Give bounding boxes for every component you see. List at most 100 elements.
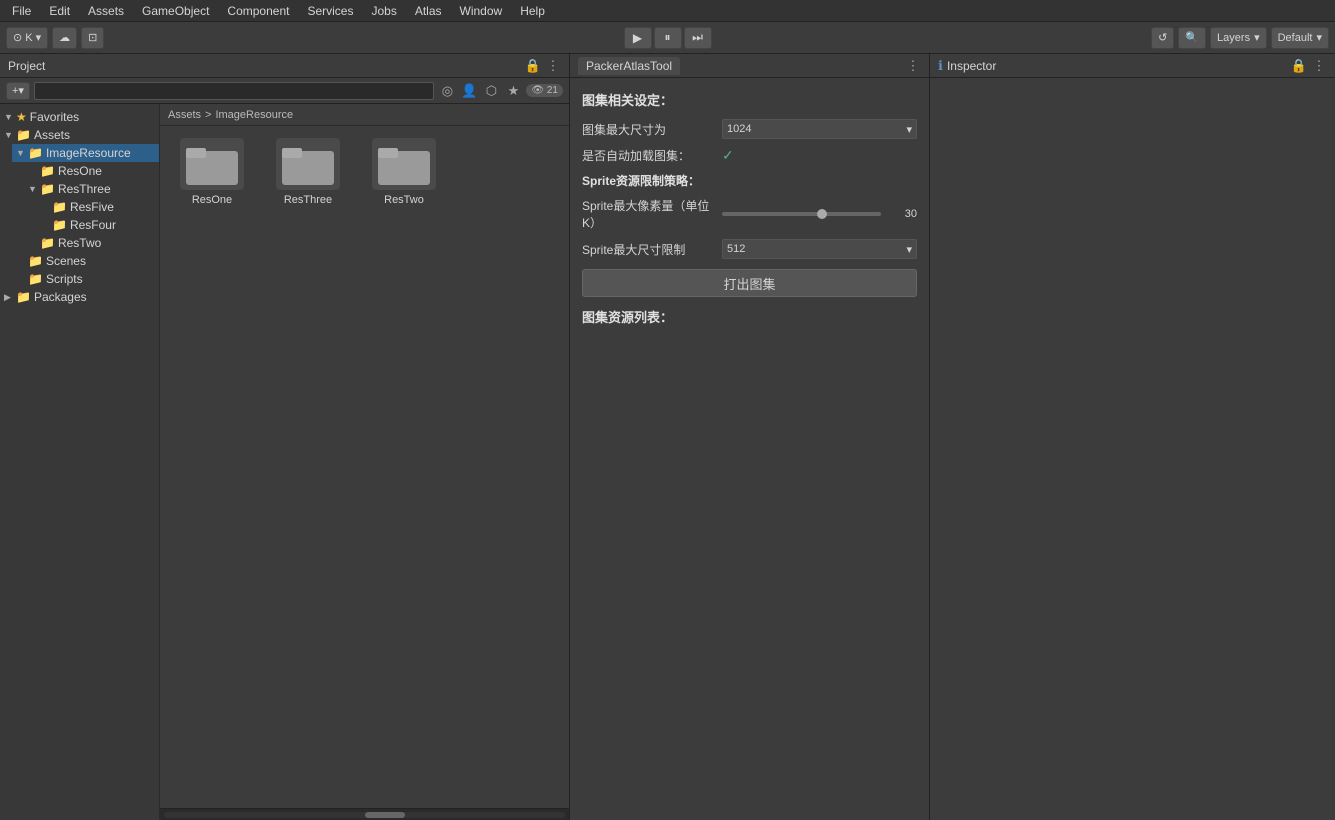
- tree-item-restwo[interactable]: 📁 ResTwo: [24, 234, 159, 252]
- value-maxpixel: 30: [887, 208, 917, 220]
- folder-icon-scripts: 📁: [28, 272, 43, 286]
- layers-dropdown[interactable]: Layers ▾: [1210, 27, 1267, 49]
- file-grid: ResOne ResThree: [160, 126, 569, 808]
- tree-item-resfive[interactable]: 📁 ResFive: [36, 198, 159, 216]
- label-sprite-strategy: Sprite资源限制策略：: [582, 172, 917, 189]
- packer-tab-label[interactable]: PackerAtlasTool: [578, 57, 680, 75]
- layers-label: Layers: [1217, 32, 1250, 44]
- tree-item-scenes[interactable]: 📁 Scenes: [12, 252, 159, 270]
- slider-maxpixel[interactable]: [722, 212, 881, 216]
- form-row-maxdim: Sprite最大尺寸限制 512 ▾: [582, 239, 917, 259]
- folder-icon-scenes: 📁: [28, 254, 43, 268]
- tree-item-assets[interactable]: ▼ 📁 Assets: [0, 126, 159, 144]
- file-name-resone: ResOne: [192, 194, 232, 206]
- star-filter-icon[interactable]: ★: [504, 82, 522, 100]
- menu-edit[interactable]: Edit: [41, 2, 78, 20]
- label-assets: Assets: [34, 128, 70, 142]
- filter-icon[interactable]: ◎: [438, 82, 456, 100]
- inspector-tab-label: Inspector: [947, 59, 996, 73]
- breadcrumb-imageresource[interactable]: ImageResource: [215, 109, 293, 121]
- pause-button[interactable]: ⏸: [654, 27, 682, 49]
- collab-button[interactable]: ⊡: [81, 27, 104, 49]
- tree-item-packages[interactable]: ▶ 📁 Packages: [0, 288, 159, 306]
- cloud-button[interactable]: ☁: [52, 27, 77, 49]
- tree-item-resfour[interactable]: 📁 ResFour: [36, 216, 159, 234]
- menu-jobs[interactable]: Jobs: [363, 2, 404, 20]
- default-chevron-icon: ▾: [1316, 31, 1322, 44]
- menu-services[interactable]: Services: [299, 2, 361, 20]
- export-button[interactable]: 打出图集: [582, 269, 917, 297]
- collab-icon: ⊡: [88, 31, 97, 44]
- menu-assets[interactable]: Assets: [80, 2, 132, 20]
- add-button[interactable]: +▾: [6, 82, 30, 100]
- form-row-maxsize: 图集最大尺寸为 1024 ▾: [582, 119, 917, 139]
- inspector-content: [930, 78, 1335, 820]
- folder-icon-resone: 📁: [40, 164, 55, 178]
- folder-thumb-resthree: [276, 138, 340, 190]
- packer-section3-title: 图集资源列表：: [582, 307, 917, 326]
- project-tab-label: Project: [8, 59, 45, 73]
- step-button[interactable]: ⏭: [684, 27, 712, 49]
- play-button[interactable]: ▶: [624, 27, 652, 49]
- tree-item-resone[interactable]: 📁 ResOne: [24, 162, 159, 180]
- arrow-favorites: ▼: [4, 112, 16, 122]
- person-icon[interactable]: 👤: [460, 82, 478, 100]
- lock-icon[interactable]: 🔒: [525, 58, 541, 74]
- folder-icon-packages: 📁: [16, 290, 31, 304]
- search-input[interactable]: [34, 82, 434, 100]
- menu-file[interactable]: File: [4, 2, 39, 20]
- default-dropdown[interactable]: Default ▾: [1271, 27, 1329, 49]
- search-button[interactable]: 🔍: [1178, 27, 1206, 49]
- label-resfive: ResFive: [70, 200, 114, 214]
- form-row-maxpixel: Sprite最大像素量（单位K） 30: [582, 197, 917, 231]
- inspector-lock-icon[interactable]: 🔒: [1291, 58, 1307, 74]
- inspector-panel: ℹ Inspector 🔒 ⋮: [930, 54, 1335, 820]
- check-autoload[interactable]: ✓: [722, 147, 734, 164]
- file-item-resthree[interactable]: ResThree: [268, 138, 348, 206]
- breadcrumb-sep1: >: [205, 109, 211, 121]
- select-maxdim-arrow: ▾: [906, 243, 912, 256]
- tree-item-imageresource[interactable]: ▼ 📁 ImageResource: [12, 144, 159, 162]
- add-label: +▾: [12, 84, 24, 97]
- folder-icon-resthree: 📁: [40, 182, 55, 196]
- tag-icon[interactable]: ⬡: [482, 82, 500, 100]
- project-tab: Project 🔒 ⋮: [0, 54, 569, 78]
- packer-tab-bar: PackerAtlasTool ⋮: [570, 54, 929, 78]
- toolbar: ⊙ K ▾ ☁ ⊡ ▶ ⏸ ⏭ ↺ 🔍 Layers ▾ Default ▾: [0, 22, 1335, 54]
- packer-more-icon[interactable]: ⋮: [905, 58, 921, 74]
- account-button[interactable]: ⊙ K ▾: [6, 27, 48, 49]
- file-count-badge: 👁 21: [526, 84, 563, 97]
- label-favorites: Favorites: [30, 110, 79, 124]
- select-maxsize[interactable]: 1024 ▾: [722, 119, 917, 139]
- slider-thumb-maxpixel[interactable]: [817, 209, 827, 219]
- inspector-tab-bar: ℹ Inspector 🔒 ⋮: [930, 54, 1335, 78]
- tree-item-scripts[interactable]: 📁 Scripts: [12, 270, 159, 288]
- eye-icon: 👁: [531, 85, 544, 96]
- label-resthree: ResThree: [58, 182, 111, 196]
- menu-gameobject[interactable]: GameObject: [134, 2, 217, 20]
- menu-window[interactable]: Window: [452, 2, 511, 20]
- menu-help[interactable]: Help: [512, 2, 553, 20]
- scroll-track[interactable]: [164, 812, 565, 818]
- tree-item-favorites[interactable]: ▼ ★ Favorites: [0, 108, 159, 126]
- inspector-more-icon[interactable]: ⋮: [1311, 58, 1327, 74]
- label-imageresource: ImageResource: [46, 146, 131, 160]
- project-panel: Project 🔒 ⋮ +▾ ◎ 👤 ⬡ ★ 👁 21: [0, 54, 570, 820]
- select-maxdim[interactable]: 512 ▾: [722, 239, 917, 259]
- slider-container-maxpixel: 30: [722, 208, 917, 220]
- form-row-autoload: 是否自动加载图集： ✓: [582, 147, 917, 164]
- history-button[interactable]: ↺: [1151, 27, 1174, 49]
- more-icon[interactable]: ⋮: [545, 58, 561, 74]
- folder-icon-resfive: 📁: [52, 200, 67, 214]
- tree-item-resthree[interactable]: ▼ 📁 ResThree: [24, 180, 159, 198]
- breadcrumb-assets[interactable]: Assets: [168, 109, 201, 121]
- folder-icon-imageresource: 📁: [28, 146, 43, 160]
- file-item-restwo[interactable]: ResTwo: [364, 138, 444, 206]
- label-packages: Packages: [34, 290, 87, 304]
- menu-component[interactable]: Component: [219, 2, 297, 20]
- account-icon: ⊙: [13, 31, 22, 44]
- menu-atlas[interactable]: Atlas: [407, 2, 450, 20]
- menubar: File Edit Assets GameObject Component Se…: [0, 0, 1335, 22]
- file-item-resone[interactable]: ResOne: [172, 138, 252, 206]
- scroll-thumb[interactable]: [365, 812, 405, 818]
